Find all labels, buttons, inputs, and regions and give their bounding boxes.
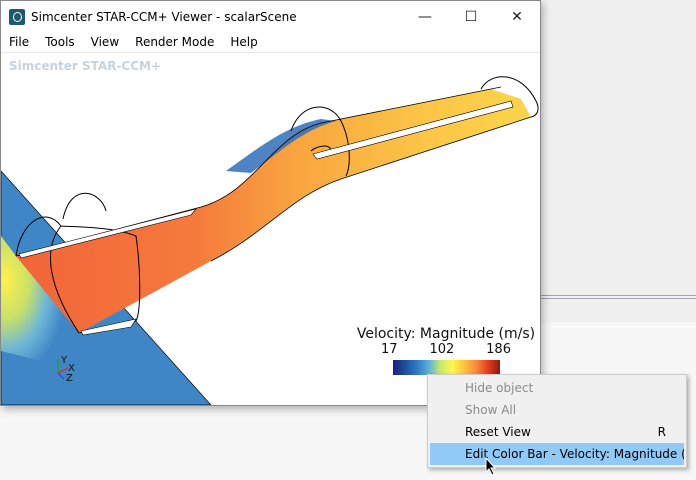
close-button[interactable]: ✕ — [494, 1, 540, 32]
maximize-button[interactable]: ☐ — [448, 1, 494, 32]
menu-item-shortcut: R — [657, 425, 666, 439]
menu-view[interactable]: View — [83, 35, 127, 49]
color-bar[interactable] — [393, 360, 500, 375]
minimize-button[interactable]: — — [402, 1, 448, 32]
menu-item-label: Show All — [465, 403, 517, 417]
context-menu: Hide object Show All Reset View R Edit Co… — [427, 374, 687, 468]
title-bar[interactable]: Simcenter STAR-CCM+ Viewer - scalarScene… — [1, 1, 540, 32]
axis-z-label: Z — [66, 373, 73, 384]
legend-title: Velocity: Magnitude (m/s) — [356, 326, 536, 342]
color-bar-legend[interactable]: Velocity: Magnitude (m/s) 17 102 186 — [351, 326, 541, 375]
menu-render-mode[interactable]: Render Mode — [127, 35, 222, 49]
background-line — [540, 298, 696, 299]
menu-tools[interactable]: Tools — [37, 35, 83, 49]
watermark: Simcenter STAR-CCM+ — [9, 59, 162, 73]
menu-item-label: Hide object — [465, 381, 534, 395]
menu-help[interactable]: Help — [222, 35, 265, 49]
axis-y-label: Y — [60, 355, 68, 366]
mouse-cursor-icon — [485, 457, 497, 476]
menu-item-show-all[interactable]: Show All — [430, 399, 684, 421]
legend-mid: 102 — [429, 342, 455, 357]
menu-bar: File Tools View Render Mode Help — [1, 32, 540, 53]
legend-max: 186 — [486, 342, 511, 357]
app-icon — [9, 8, 25, 25]
pipe-surface — [16, 89, 531, 333]
menu-item-hide-object[interactable]: Hide object — [430, 377, 684, 399]
menu-item-edit-color-bar[interactable]: Edit Color Bar - Velocity: Magnitude (m/… — [430, 443, 684, 465]
background-line — [540, 295, 696, 296]
menu-item-reset-view[interactable]: Reset View R — [430, 421, 684, 443]
viewer-window: Simcenter STAR-CCM+ Viewer - scalarScene… — [0, 0, 541, 406]
window-title: Simcenter STAR-CCM+ Viewer - scalarScene — [31, 9, 297, 24]
menu-item-label: Reset View — [465, 425, 531, 439]
legend-min: 17 — [381, 342, 398, 357]
menu-file[interactable]: File — [1, 35, 37, 49]
